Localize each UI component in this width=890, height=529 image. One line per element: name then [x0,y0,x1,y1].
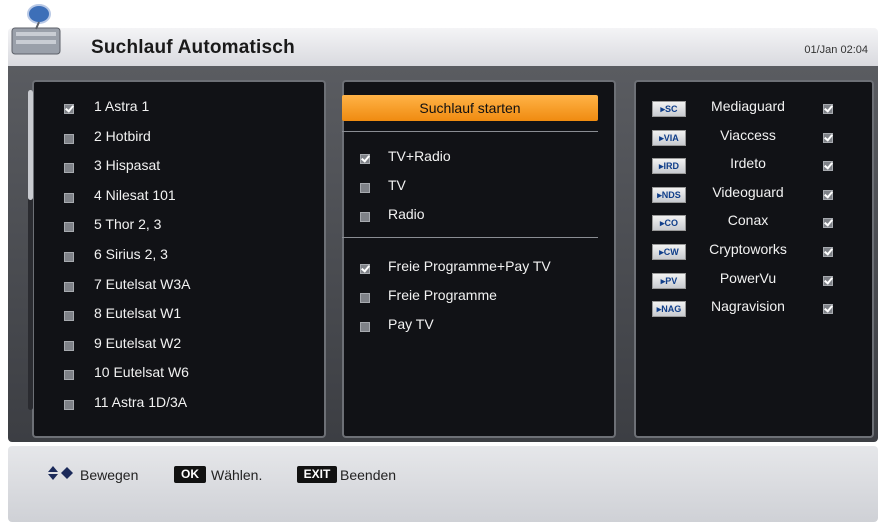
program-type-label: Freie Programme+Pay TV [388,258,551,274]
program-type-label: Freie Programme [388,287,497,303]
cas-system-label: Irdeto [730,155,766,172]
satellite-label: 8 Eutelsat W1 [94,305,182,322]
satellite-label: 4 Nilesat 101 [94,186,176,203]
cas-system-label: PowerVu [719,269,777,286]
program-type-checkbox[interactable] [360,264,370,274]
cas-badge-icon: ▸CW [652,244,686,260]
service-type-label: TV+Radio [388,148,451,164]
move-hint: Bewegen [80,467,139,483]
satellite-label: 3 Hispasat [94,157,161,174]
satellite-list-panel [32,80,326,438]
cas-system-checkbox[interactable] [823,189,833,200]
select-hint: Wählen. [211,467,263,483]
page-title: Suchlauf Automatisch [91,37,295,58]
cas-badge-icon: ▸IRD [652,158,686,175]
service-type-label: TV [388,177,406,193]
satellite-label: 9 Eutelsat W2 [94,334,182,351]
divider [342,131,598,132]
cas-badge-icon: ▸NAG [652,301,686,318]
satellite-label: 2 Hotbird [94,127,151,144]
satellite-label: 10 Eutelsat W6 [94,364,189,381]
cas-badge-icon: ▸CO [652,215,686,232]
satellite-list-scrollbar[interactable] [28,90,33,410]
exit-hint: Beenden [340,467,397,483]
service-type-checkbox[interactable] [360,212,370,222]
cas-system-label: Viaccess [720,126,776,143]
satellite-checkbox[interactable] [64,311,74,322]
program-type-checkbox[interactable] [360,293,370,303]
divider [342,237,598,238]
program-type-checkbox[interactable] [360,322,370,332]
cas-system-label: Videoguard [712,183,784,200]
exit-key: EXIT [297,466,337,483]
cas-system-checkbox[interactable] [823,247,833,257]
program-type-label: Pay TV [388,316,434,332]
clock: 01/Jan 02:04 [804,44,868,56]
cas-badge-icon: ▸PV [652,272,686,289]
satellite-checkbox[interactable] [64,133,74,144]
satellite-label: 7 Eutelsat W3A [94,275,191,292]
service-type-checkbox[interactable] [360,183,370,193]
cas-badge-icon: ▸NDS [652,186,686,203]
satellite-checkbox[interactable] [64,192,74,203]
cas-system-checkbox[interactable] [823,275,833,286]
satellite-checkbox[interactable] [64,370,74,381]
service-type-label: Radio [388,206,425,222]
cas-system-checkbox[interactable] [823,161,833,172]
start-scan-button[interactable]: Suchlauf starten [342,95,598,121]
cas-system-checkbox[interactable] [823,132,833,143]
satellite-checkbox[interactable] [64,252,74,262]
cas-system-checkbox[interactable] [823,218,833,229]
cas-system-label: Conax [727,212,769,229]
cas-system-checkbox[interactable] [823,104,833,114]
satellite-checkbox[interactable] [64,340,74,351]
navigation-arrows-icon [48,466,73,480]
cas-badge-icon: ▸VIA [652,129,686,146]
cas-system-label: Nagravision [711,298,785,315]
ok-key: OK [174,466,206,483]
service-type-checkbox[interactable] [360,154,370,164]
scrollbar-thumb[interactable] [28,90,33,200]
satellite-label: 1 Astra 1 [94,98,150,114]
cas-system-label: Cryptoworks [709,241,787,257]
satellite-checkbox[interactable] [64,222,74,233]
satellite-label: 6 Sirius 2, 3 [94,246,168,262]
satellite-label: 11 Astra 1D/3A [94,394,188,410]
satellite-checkbox[interactable] [64,400,74,410]
satellite-checkbox[interactable] [64,281,74,292]
satellite-label: 5 Thor 2, 3 [94,216,162,233]
cas-system-checkbox[interactable] [823,304,833,315]
cas-badge-icon: ▸SC [652,101,686,117]
help-bar [8,446,878,522]
satellite-dish-icon [11,4,61,55]
screen: Suchlauf Automatisch 01/Jan 02:04 1 Astr… [0,0,890,529]
satellite-checkbox[interactable] [64,104,74,114]
cas-system-label: Mediaguard [711,98,785,114]
satellite-checkbox[interactable] [64,163,74,174]
